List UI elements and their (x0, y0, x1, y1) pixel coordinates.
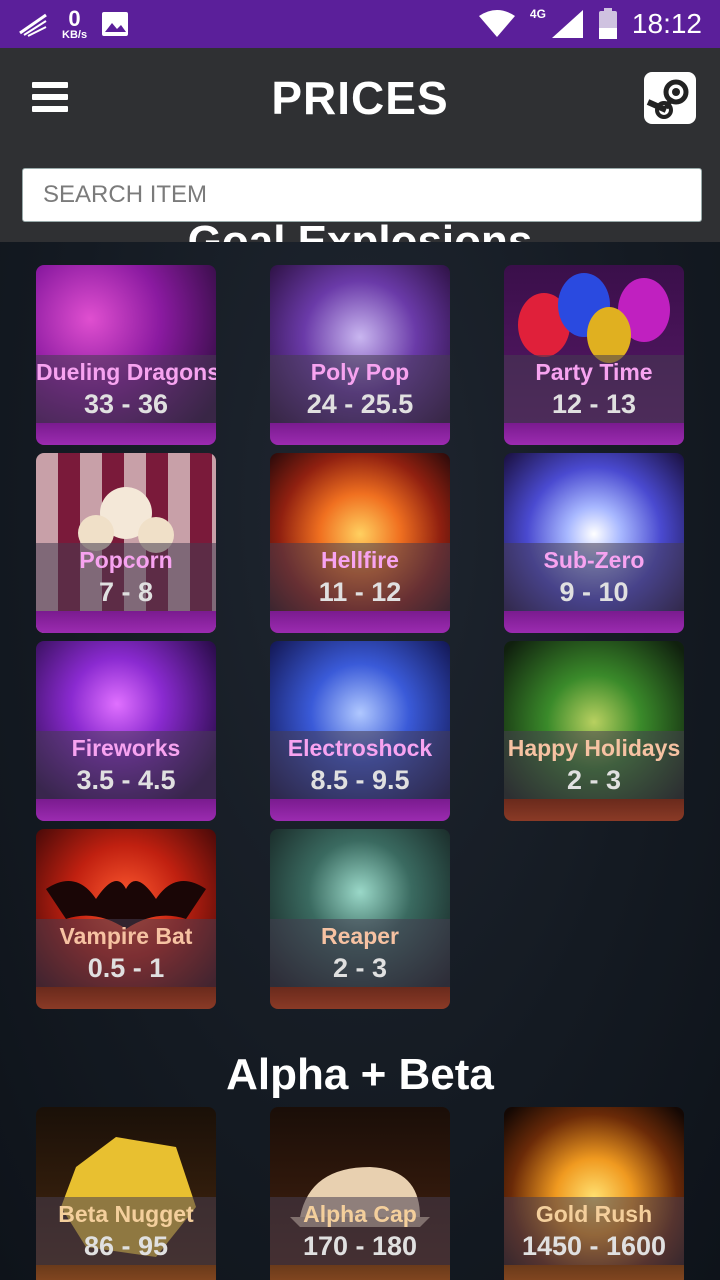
item-name: Poly Pop (310, 359, 410, 385)
item-name: Electroshock (287, 735, 433, 761)
rarity-stripe (36, 987, 216, 1009)
item-card-dueling-dragons[interactable]: Dueling Dragons 33 - 36 (36, 265, 216, 445)
item-card-popcorn[interactable]: Popcorn 7 - 8 (36, 453, 216, 633)
clock: 18:12 (631, 8, 702, 39)
rarity-stripe (36, 423, 216, 445)
speed-unit: KB/s (62, 28, 88, 41)
rarity-stripe (36, 799, 216, 821)
item-price: 9 - 10 (559, 577, 629, 607)
item-price: 12 - 13 (551, 389, 637, 419)
item-price: 86 - 95 (83, 1231, 169, 1261)
item-name: Gold Rush (535, 1201, 653, 1227)
rarity-stripe (270, 987, 450, 1009)
item-price: 8.5 - 9.5 (310, 765, 410, 795)
item-price: 0.5 - 1 (87, 953, 165, 983)
item-card-vampire-bat[interactable]: Vampire Bat 0.5 - 1 (36, 829, 216, 1009)
section-title-alpha-beta: Alpha + Beta (226, 1050, 494, 1099)
item-name: Sub-Zero (543, 547, 645, 573)
item-card-gold-rush[interactable]: Gold Rush 1450 - 1600 (504, 1107, 684, 1280)
rarity-stripe (270, 1265, 450, 1280)
item-card-happy-holidays[interactable]: Happy Holidays 2 - 3 (504, 641, 684, 821)
steam-icon[interactable] (644, 72, 696, 124)
item-name: Popcorn (79, 547, 173, 573)
item-price: 11 - 12 (318, 577, 402, 607)
item-price: 7 - 8 (98, 577, 154, 607)
menu-icon[interactable] (32, 82, 68, 112)
app-bar: PRICES (0, 48, 720, 148)
network-type: 4G (529, 7, 546, 21)
speed-value: 0 (68, 5, 81, 31)
item-price: 2 - 3 (332, 953, 388, 983)
item-name: Reaper (321, 923, 399, 949)
rarity-stripe (36, 611, 216, 633)
page-title: PRICES (271, 72, 449, 124)
item-card-fireworks[interactable]: Fireworks 3.5 - 4.5 (36, 641, 216, 821)
section-title-goal-explosions: Goal Explosions (187, 217, 533, 242)
image-notification-icon (102, 12, 129, 36)
item-name: Beta Nugget (58, 1201, 194, 1227)
item-name: Alpha Cap (303, 1201, 417, 1227)
rarity-stripe (270, 423, 450, 445)
rarity-stripe (270, 799, 450, 821)
item-price: 2 - 3 (566, 765, 622, 795)
item-name: Party Time (535, 359, 653, 385)
signal-wave-icon (19, 13, 47, 37)
rarity-stripe (504, 799, 684, 821)
item-price: 3.5 - 4.5 (76, 765, 176, 795)
item-card-sub-zero[interactable]: Sub-Zero 9 - 10 (504, 453, 684, 633)
item-name: Hellfire (321, 547, 399, 573)
item-card-reaper[interactable]: Reaper 2 - 3 (270, 829, 450, 1009)
item-card-party-time[interactable]: Party Time 12 - 13 (504, 265, 684, 445)
rarity-stripe (504, 1265, 684, 1280)
rarity-stripe (270, 611, 450, 633)
item-name: Fireworks (71, 735, 181, 761)
status-bar: 0 KB/s 4G 18:12 (0, 0, 720, 48)
steam-logo-icon (646, 79, 689, 119)
rarity-stripe (504, 423, 684, 445)
wifi-icon (478, 10, 515, 37)
item-price: 24 - 25.5 (306, 389, 414, 419)
rarity-stripe (36, 1265, 216, 1280)
item-name: Vampire Bat (59, 923, 193, 949)
battery-icon (598, 8, 617, 39)
item-card-beta-nugget[interactable]: Beta Nugget 86 - 95 (36, 1107, 216, 1280)
cell-signal-icon (551, 10, 583, 38)
item-card-alpha-cap[interactable]: Alpha Cap 170 - 180 (270, 1107, 450, 1280)
item-card-electroshock[interactable]: Electroshock 8.5 - 9.5 (270, 641, 450, 821)
item-price: 33 - 36 (83, 389, 169, 419)
item-price: 170 - 180 (302, 1231, 418, 1261)
item-name: Happy Holidays (507, 735, 681, 761)
item-price: 1450 - 1600 (521, 1231, 667, 1261)
network-speed: 0 KB/s (62, 5, 88, 41)
item-name: Dueling Dragons (36, 359, 216, 385)
item-card-poly-pop[interactable]: Poly Pop 24 - 25.5 (270, 265, 450, 445)
item-card-hellfire[interactable]: Hellfire 11 - 12 (270, 453, 450, 633)
rarity-stripe (504, 611, 684, 633)
